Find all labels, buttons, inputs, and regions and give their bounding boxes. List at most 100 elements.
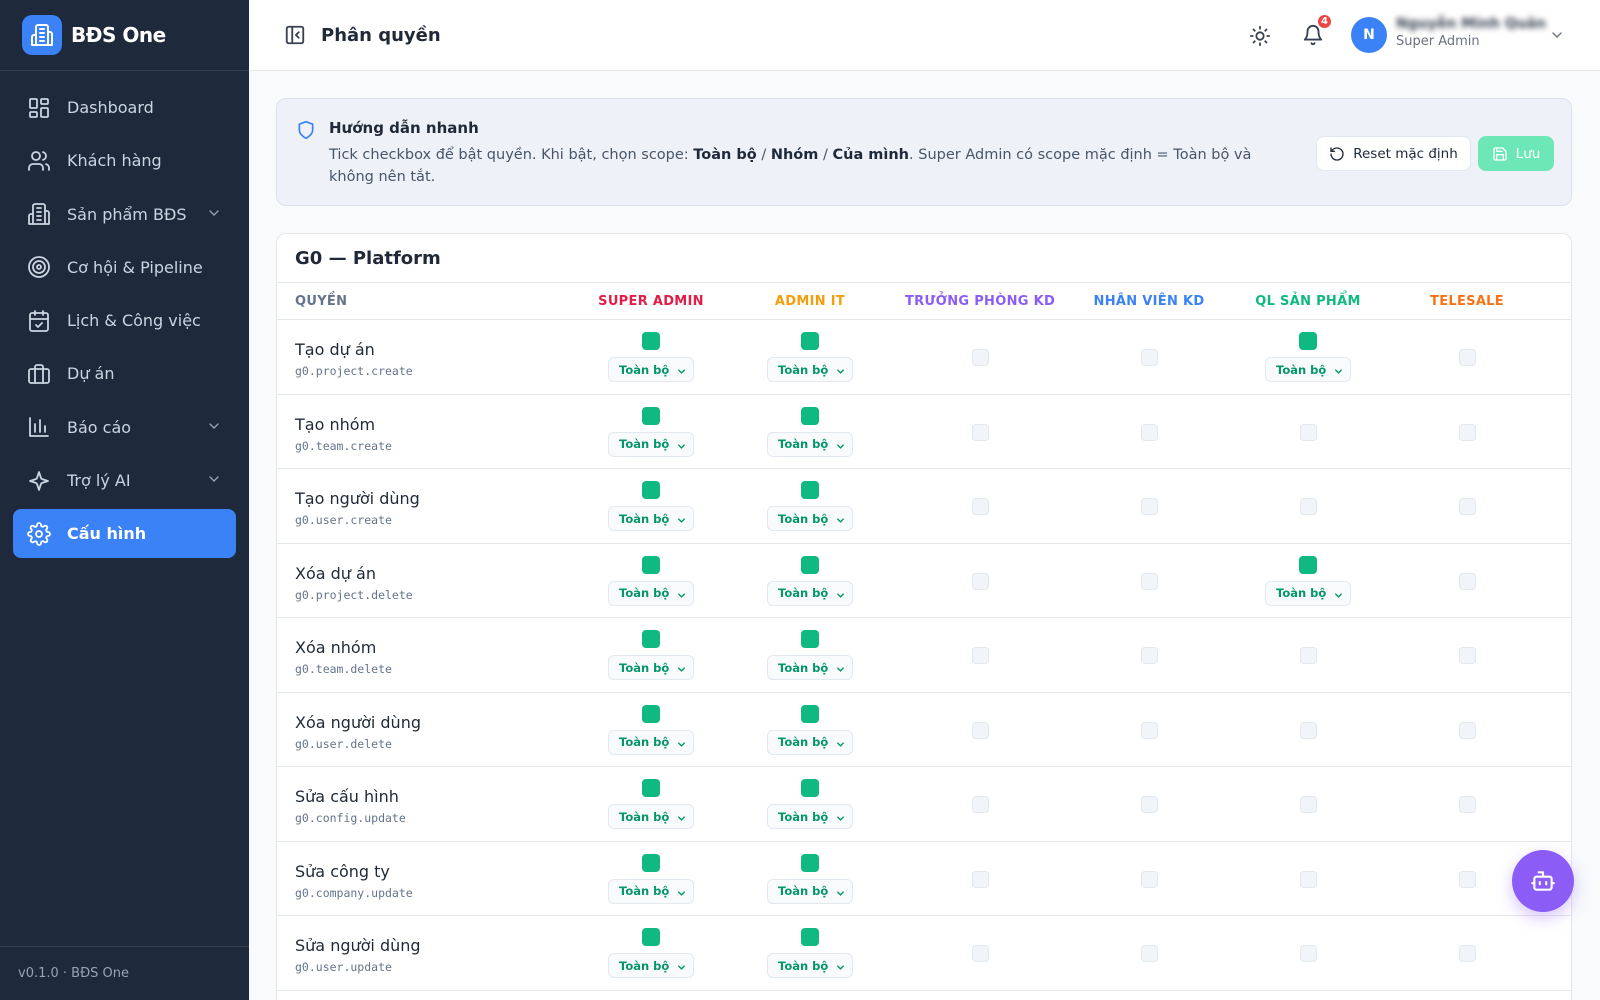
permission-checkbox[interactable] (1300, 721, 1317, 739)
permission-checkbox[interactable] (972, 647, 989, 664)
permission-checkbox[interactable] (1141, 796, 1158, 813)
chevron-down-icon[interactable] (206, 205, 222, 225)
permission-checkbox[interactable] (972, 945, 989, 962)
permission-checkbox[interactable] (972, 721, 989, 739)
sidebar-item-1[interactable]: Khách hàng (13, 136, 236, 185)
sidebar-item-5[interactable]: Dự án (13, 349, 236, 398)
permission-checkbox-checked[interactable] (1299, 555, 1317, 574)
permission-checkbox[interactable] (1141, 945, 1158, 962)
permission-checkbox[interactable] (1141, 423, 1158, 441)
chevron-down-icon (837, 592, 844, 598)
permission-checkbox-checked[interactable] (801, 555, 819, 574)
theme-toggle-button[interactable] (1244, 20, 1276, 52)
scope-select[interactable]: Toàn bộ (608, 431, 694, 457)
sidebar-item-0[interactable]: Dashboard (13, 83, 236, 132)
permission-cell (920, 693, 1040, 767)
permission-checkbox[interactable] (1141, 870, 1158, 888)
permission-checkbox[interactable] (1141, 572, 1158, 590)
scope-select[interactable]: Toàn bộ (608, 729, 694, 755)
permission-checkbox-checked[interactable] (801, 332, 819, 350)
scope-select[interactable]: Toàn bộ (608, 357, 694, 382)
sidebar-item-6[interactable]: Báo cáo (13, 403, 236, 452)
permission-checkbox[interactable] (1459, 945, 1476, 962)
permission-cell: Toàn bộ (750, 395, 870, 469)
sidebar-item-2[interactable]: Sản phẩm BĐS (13, 190, 236, 239)
collapse-sidebar-button[interactable] (283, 23, 307, 47)
permission-checkbox-checked[interactable] (801, 779, 819, 797)
scope-select[interactable]: Toàn bộ (767, 580, 853, 606)
scope-select[interactable]: Toàn bộ (767, 729, 853, 755)
permission-checkbox-checked[interactable] (642, 779, 660, 797)
permission-checkbox[interactable] (1459, 647, 1476, 664)
scope-select[interactable]: Toàn bộ (608, 655, 694, 680)
permission-checkbox[interactable] (1300, 647, 1317, 664)
chevron-down-icon[interactable] (206, 418, 222, 438)
chevron-down-icon (837, 369, 844, 374)
permission-checkbox[interactable] (1459, 572, 1476, 590)
permission-checkbox-checked[interactable] (801, 630, 819, 648)
permission-checkbox[interactable] (1141, 647, 1158, 664)
scope-select[interactable]: Toàn bộ (608, 804, 694, 829)
scope-select[interactable]: Toàn bộ (767, 655, 853, 680)
permission-checkbox[interactable] (1459, 349, 1476, 366)
permission-checkbox-checked[interactable] (642, 406, 660, 425)
permission-checkbox[interactable] (972, 423, 989, 441)
permission-checkbox-checked[interactable] (801, 928, 819, 946)
permission-checkbox[interactable] (1459, 721, 1476, 739)
permission-checkbox[interactable] (1300, 870, 1317, 888)
scope-select[interactable]: Toàn bộ (767, 357, 853, 382)
permission-checkbox[interactable] (1300, 423, 1317, 441)
permission-checkbox[interactable] (972, 349, 989, 366)
chevron-down-icon[interactable] (206, 471, 222, 491)
reset-default-button[interactable]: Reset mặc định (1316, 136, 1471, 171)
avatar[interactable]: N (1351, 17, 1387, 53)
permission-checkbox-checked[interactable] (1299, 332, 1317, 350)
scope-select[interactable]: Toàn bộ (767, 431, 853, 457)
scope-select[interactable]: Toàn bộ (608, 878, 694, 904)
permission-checkbox[interactable] (1459, 498, 1476, 515)
permission-checkbox[interactable] (1300, 945, 1317, 962)
permission-checkbox[interactable] (1459, 870, 1476, 888)
permission-checkbox[interactable] (1141, 349, 1158, 366)
permission-checkbox[interactable] (972, 796, 989, 813)
permission-checkbox[interactable] (972, 498, 989, 515)
permission-checkbox-checked[interactable] (642, 853, 660, 872)
user-menu[interactable]: Nguyễn Minh Quân Super Admin (1396, 16, 1546, 49)
chevron-down-icon[interactable] (1549, 27, 1565, 43)
scope-select[interactable]: Toàn bộ (1265, 357, 1351, 382)
sidebar-item-8[interactable]: Cấu hình (13, 509, 236, 559)
permission-checkbox[interactable] (1300, 796, 1317, 813)
permission-checkbox-checked[interactable] (642, 481, 660, 499)
sidebar-item-7[interactable]: Trợ lý AI (13, 456, 236, 505)
scope-select[interactable]: Toàn bộ (767, 804, 853, 829)
permission-checkbox[interactable] (1141, 498, 1158, 515)
brand[interactable]: BĐS One (0, 0, 249, 71)
sidebar-item-3[interactable]: Cơ hội & Pipeline (13, 243, 236, 292)
sidebar-item-4[interactable]: Lịch & Công việc (13, 296, 236, 345)
permission-checkbox-checked[interactable] (801, 406, 819, 425)
scope-select[interactable]: Toàn bộ (767, 878, 853, 904)
notifications-button[interactable]: 4 (1297, 13, 1333, 51)
permission-checkbox[interactable] (1459, 423, 1476, 441)
save-button[interactable]: Lưu (1478, 136, 1554, 171)
permission-checkbox[interactable] (972, 572, 989, 590)
permission-checkbox-checked[interactable] (642, 555, 660, 574)
permission-checkbox[interactable] (1141, 721, 1158, 739)
permission-checkbox-checked[interactable] (642, 332, 660, 350)
permission-checkbox[interactable] (1459, 796, 1476, 813)
permission-checkbox-checked[interactable] (642, 704, 660, 723)
ai-assistant-button[interactable] (1512, 850, 1574, 912)
permission-checkbox-checked[interactable] (801, 481, 819, 499)
scope-select[interactable]: Toàn bộ (608, 580, 694, 606)
permission-checkbox-checked[interactable] (801, 853, 819, 872)
permission-checkbox-checked[interactable] (801, 704, 819, 723)
permission-checkbox[interactable] (1300, 498, 1317, 515)
scope-select[interactable]: Toàn bộ (767, 506, 853, 531)
permission-checkbox-checked[interactable] (642, 928, 660, 946)
scope-select[interactable]: Toàn bộ (767, 953, 853, 978)
permission-checkbox[interactable] (972, 870, 989, 888)
scope-select[interactable]: Toàn bộ (608, 506, 694, 531)
scope-select[interactable]: Toàn bộ (608, 953, 694, 978)
permission-checkbox-checked[interactable] (642, 630, 660, 648)
scope-select[interactable]: Toàn bộ (1265, 580, 1351, 606)
